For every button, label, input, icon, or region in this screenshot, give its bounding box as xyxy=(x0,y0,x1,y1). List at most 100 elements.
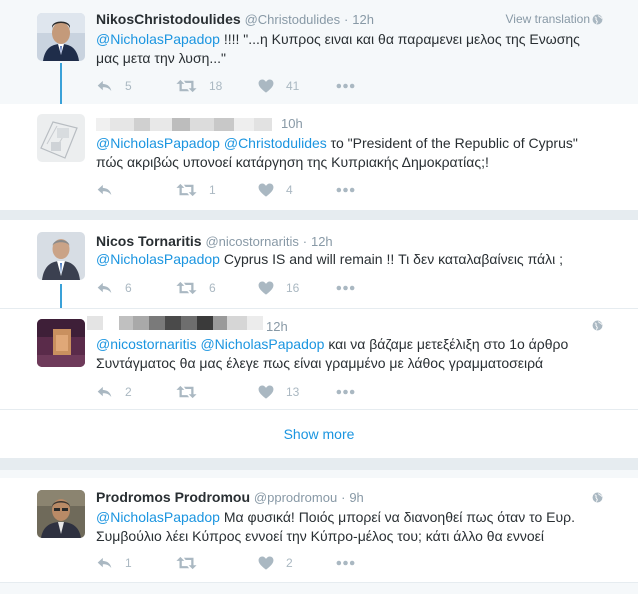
tweet-text-line-1: !!!! "...η Κυπρος ειναι και θα παραμενει… xyxy=(219,31,580,47)
tweet-actions: 6 6 16 xyxy=(96,278,396,298)
reply-count: 1 xyxy=(125,556,132,570)
divider xyxy=(0,210,638,220)
like-button[interactable]: 2 xyxy=(258,553,293,573)
tweet-text-line-1: το "President of the Republic of Cyprus" xyxy=(326,135,578,151)
user-name[interactable]: NikosChristodoulides xyxy=(96,11,241,27)
timestamp[interactable]: 12h xyxy=(266,319,288,334)
retweet-button[interactable]: 6 xyxy=(176,278,216,298)
tweet-header: NikosChristodoulides @Christodulides · 1… xyxy=(96,11,374,27)
avatar[interactable] xyxy=(37,319,85,367)
tweet-text: @NicholasPapadop !!!! "...η Κυπρος ειναι… xyxy=(96,30,606,68)
reply-button[interactable]: 1 xyxy=(96,553,132,573)
view-translation-link[interactable]: View translation xyxy=(506,12,591,26)
retweet-icon xyxy=(176,556,197,570)
reply-count: 6 xyxy=(125,281,132,295)
tweet-reply-1[interactable]: 10h @NicholasPapadop @Christodulides το … xyxy=(0,104,638,210)
like-count: 41 xyxy=(286,79,300,93)
like-count: 4 xyxy=(286,183,293,197)
tweet-text: @NicholasPapadop Μα φυσικά! Ποιός μπορεί… xyxy=(96,508,606,546)
divider xyxy=(0,458,638,470)
more-icon xyxy=(336,389,355,395)
tweet-text-line-2: μας μετα την λυση..." xyxy=(96,50,227,66)
user-handle[interactable]: @Christodulides xyxy=(245,12,341,27)
like-button[interactable]: 4 xyxy=(258,180,293,200)
user-handle[interactable]: @nicostornaritis xyxy=(205,234,298,249)
tweet-reply-2[interactable]: 12h @nicostornaritis @NicholasPapadop κα… xyxy=(0,309,638,409)
divider xyxy=(0,582,638,583)
tweet-actions: 2 13 xyxy=(96,382,396,402)
more-button[interactable] xyxy=(336,382,355,402)
tweet-text-line-2: Συμβούλιο λέει Κύπρος εννοεί την Κύπρο-μ… xyxy=(96,528,544,544)
reply-button[interactable]: 5 xyxy=(96,76,132,96)
user-name[interactable]: Nicos Tornaritis xyxy=(96,233,202,249)
tweet-text-line-1: και να βάζαμε μετεξέλιξη στο 1ο άρθρο xyxy=(324,336,569,352)
avatar[interactable] xyxy=(37,114,85,162)
tweet-text: @NicholasPapadop @Christodulides το "Pre… xyxy=(96,134,606,172)
tweet-text-line-1: Cyprus IS and will remain !! Τι δεν κατα… xyxy=(219,251,564,267)
more-icon xyxy=(336,83,355,89)
avatar[interactable] xyxy=(37,490,85,538)
timestamp[interactable]: 12h xyxy=(311,234,333,249)
mention-link[interactable]: @NicholasPapadop xyxy=(96,251,220,267)
more-button[interactable] xyxy=(336,180,355,200)
separator-dot: · xyxy=(344,12,349,27)
heart-icon xyxy=(258,385,274,399)
tweet-text-line-2: Συντάγματος θα μας έλεγε πως είναι γραμμ… xyxy=(96,355,544,371)
redacted-username xyxy=(96,118,272,131)
tweet-text: @NicholasPapadop Cyprus IS and will rema… xyxy=(96,250,606,269)
tweet-christodoulides[interactable]: NikosChristodoulides @Christodulides · 1… xyxy=(0,0,638,104)
show-more-link[interactable]: Show more xyxy=(0,426,638,442)
heart-icon xyxy=(258,79,274,93)
timestamp[interactable]: 12h xyxy=(352,12,374,27)
tweet-text-line-1: Μα φυσικά! Ποιός μπορεί να διανοηθεί πως… xyxy=(219,509,576,525)
reply-icon xyxy=(96,385,113,399)
tweet-actions: 1 2 xyxy=(96,553,396,573)
reply-button[interactable] xyxy=(96,180,113,200)
retweet-icon xyxy=(176,281,197,295)
timestamp[interactable]: 10h xyxy=(281,116,303,131)
retweet-count: 1 xyxy=(209,183,216,197)
mention-link[interactable]: @NicholasPapadop xyxy=(96,135,220,151)
retweet-icon xyxy=(176,183,197,197)
user-name[interactable]: Prodromos Prodromou xyxy=(96,489,250,505)
like-button[interactable]: 16 xyxy=(258,278,299,298)
mention-link[interactable]: @NicholasPapadop xyxy=(96,31,220,47)
reply-button[interactable]: 6 xyxy=(96,278,132,298)
reply-button[interactable]: 2 xyxy=(96,382,132,402)
separator-dot: · xyxy=(302,234,308,249)
like-count: 16 xyxy=(286,281,300,295)
tweet-header: Nicos Tornaritis @nicostornaritis · 12h xyxy=(96,233,333,249)
like-button[interactable]: 41 xyxy=(258,76,299,96)
avatar[interactable] xyxy=(37,13,85,61)
mention-link[interactable]: @Christodulides xyxy=(224,135,327,151)
mention-link[interactable]: @nicostornaritis xyxy=(96,336,197,352)
like-count: 13 xyxy=(286,385,300,399)
retweet-icon xyxy=(176,79,197,93)
mention-link[interactable]: @NicholasPapadop xyxy=(96,509,220,525)
more-button[interactable] xyxy=(336,76,355,96)
globe-icon xyxy=(592,492,603,503)
reply-icon xyxy=(96,281,113,295)
tweet-actions: 1 4 xyxy=(96,180,396,200)
heart-icon xyxy=(258,183,274,197)
retweet-icon xyxy=(176,385,197,399)
reply-icon xyxy=(96,79,113,93)
retweet-button[interactable] xyxy=(176,382,197,402)
avatar[interactable] xyxy=(37,232,85,280)
separator-dot: · xyxy=(341,490,346,505)
mention-link[interactable]: @NicholasPapadop xyxy=(200,336,324,352)
retweet-button[interactable]: 1 xyxy=(176,180,216,200)
more-button[interactable] xyxy=(336,553,355,573)
tweet-prodromou[interactable]: Prodromos Prodromou @pprodromou · 9h @Ni… xyxy=(0,478,638,582)
more-button[interactable] xyxy=(336,278,355,298)
retweet-button[interactable] xyxy=(176,553,197,573)
timestamp[interactable]: 9h xyxy=(349,490,363,505)
tweet-tornaritis[interactable]: Nicos Tornaritis @nicostornaritis · 12h … xyxy=(0,220,638,308)
retweet-button[interactable]: 18 xyxy=(176,76,222,96)
reply-count: 2 xyxy=(125,385,132,399)
user-handle[interactable]: @pprodromou xyxy=(254,490,337,505)
like-button[interactable]: 13 xyxy=(258,382,299,402)
show-more-row: Show more xyxy=(0,410,638,458)
tweet-text-line-2: πώς ακριβώς υπονοεί κατάργηση της Κυπρια… xyxy=(96,154,489,170)
tweet-text: @nicostornaritis @NicholasPapadop και να… xyxy=(96,335,606,373)
